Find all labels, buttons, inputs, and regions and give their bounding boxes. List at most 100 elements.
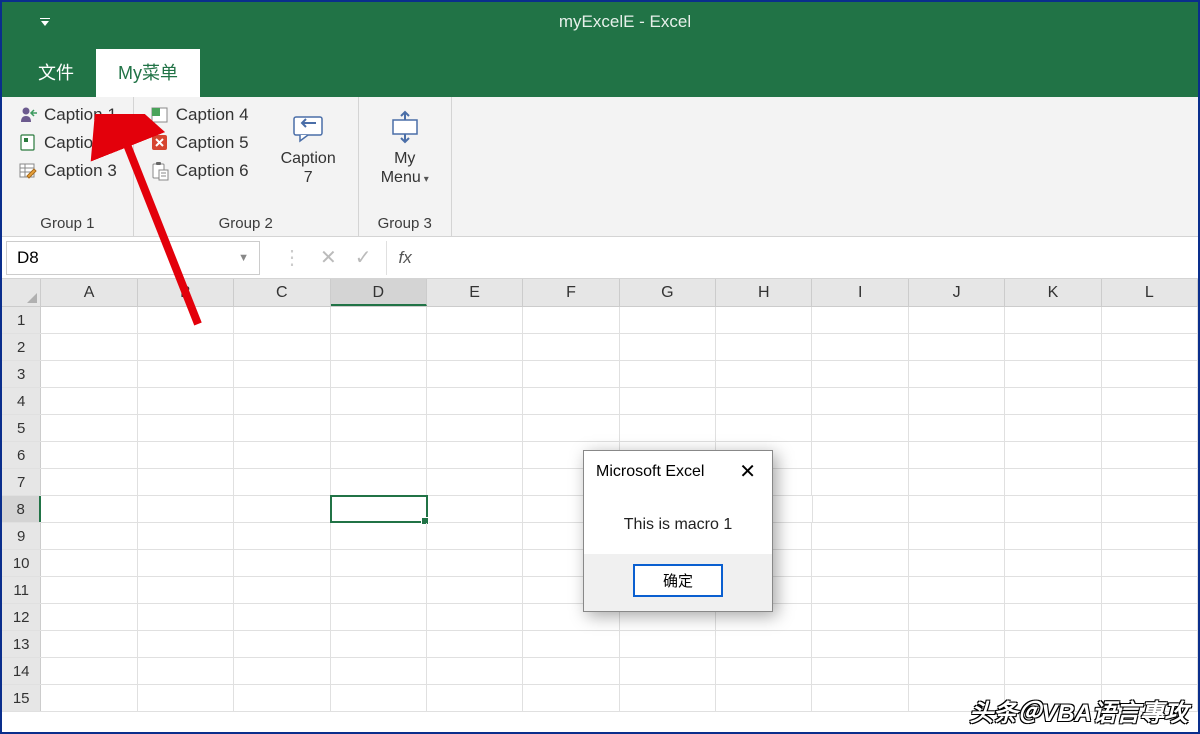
cell-L5[interactable] — [1102, 415, 1198, 441]
row-header-12[interactable]: 12 — [2, 604, 41, 630]
cell-D10[interactable] — [331, 550, 427, 576]
row-header-10[interactable]: 10 — [2, 550, 41, 576]
cell-J2[interactable] — [909, 334, 1005, 360]
cell-F14[interactable] — [523, 658, 619, 684]
cell-J11[interactable] — [909, 577, 1005, 603]
cell-F5[interactable] — [523, 415, 619, 441]
row-header-1[interactable]: 1 — [2, 307, 41, 333]
cell-E6[interactable] — [427, 442, 523, 468]
cell-L12[interactable] — [1102, 604, 1198, 630]
cell-G1[interactable] — [620, 307, 716, 333]
cell-B3[interactable] — [138, 361, 234, 387]
qat-customize-icon[interactable] — [38, 15, 52, 29]
cell-L3[interactable] — [1102, 361, 1198, 387]
cell-I15[interactable] — [812, 685, 908, 711]
row-header-4[interactable]: 4 — [2, 388, 41, 414]
cell-I14[interactable] — [812, 658, 908, 684]
cell-K6[interactable] — [1005, 442, 1101, 468]
cell-A3[interactable] — [41, 361, 137, 387]
cell-J6[interactable] — [909, 442, 1005, 468]
cell-D4[interactable] — [331, 388, 427, 414]
cell-H5[interactable] — [716, 415, 812, 441]
cell-J8[interactable] — [909, 496, 1005, 522]
cell-H4[interactable] — [716, 388, 812, 414]
cell-J7[interactable] — [909, 469, 1005, 495]
cell-C14[interactable] — [234, 658, 330, 684]
cell-B5[interactable] — [138, 415, 234, 441]
cell-K3[interactable] — [1005, 361, 1101, 387]
cancel-icon[interactable]: ✕ — [320, 245, 337, 270]
cell-D15[interactable] — [331, 685, 427, 711]
cell-A5[interactable] — [41, 415, 137, 441]
cell-I7[interactable] — [812, 469, 908, 495]
cell-K11[interactable] — [1005, 577, 1101, 603]
row-header-2[interactable]: 2 — [2, 334, 41, 360]
my-menu-button[interactable]: MyMenu▾ — [371, 103, 439, 187]
col-header-H[interactable]: H — [716, 279, 812, 306]
cell-J10[interactable] — [909, 550, 1005, 576]
row-header-3[interactable]: 3 — [2, 361, 41, 387]
col-header-C[interactable]: C — [234, 279, 330, 306]
cell-I13[interactable] — [812, 631, 908, 657]
cell-D11[interactable] — [331, 577, 427, 603]
cell-C12[interactable] — [234, 604, 330, 630]
cell-B11[interactable] — [138, 577, 234, 603]
cell-J4[interactable] — [909, 388, 1005, 414]
cell-A13[interactable] — [41, 631, 137, 657]
cell-L14[interactable] — [1102, 658, 1198, 684]
row-header-8[interactable]: 8 — [2, 496, 41, 522]
cell-D1[interactable] — [331, 307, 427, 333]
cell-E9[interactable] — [427, 523, 523, 549]
cell-A14[interactable] — [41, 658, 137, 684]
cell-C15[interactable] — [234, 685, 330, 711]
cell-F15[interactable] — [523, 685, 619, 711]
cell-C3[interactable] — [234, 361, 330, 387]
cell-G14[interactable] — [620, 658, 716, 684]
cell-A10[interactable] — [41, 550, 137, 576]
name-box-dropdown-icon[interactable]: ▼ — [238, 252, 249, 264]
cell-K8[interactable] — [1005, 496, 1101, 522]
col-header-A[interactable]: A — [41, 279, 137, 306]
cell-J3[interactable] — [909, 361, 1005, 387]
row-header-11[interactable]: 11 — [2, 577, 41, 603]
cell-B8[interactable] — [138, 496, 234, 522]
cell-L6[interactable] — [1102, 442, 1198, 468]
cell-I6[interactable] — [812, 442, 908, 468]
cell-D3[interactable] — [331, 361, 427, 387]
cell-A6[interactable] — [41, 442, 137, 468]
cell-D12[interactable] — [331, 604, 427, 630]
cell-C1[interactable] — [234, 307, 330, 333]
cell-H2[interactable] — [716, 334, 812, 360]
cell-D13[interactable] — [331, 631, 427, 657]
cell-B13[interactable] — [138, 631, 234, 657]
cell-D9[interactable] — [331, 523, 427, 549]
cell-K4[interactable] — [1005, 388, 1101, 414]
cell-A2[interactable] — [41, 334, 137, 360]
cell-I4[interactable] — [812, 388, 908, 414]
cell-G2[interactable] — [620, 334, 716, 360]
cell-C13[interactable] — [234, 631, 330, 657]
cell-K14[interactable] — [1005, 658, 1101, 684]
cell-A15[interactable] — [41, 685, 137, 711]
cell-J5[interactable] — [909, 415, 1005, 441]
cell-J12[interactable] — [909, 604, 1005, 630]
cell-K2[interactable] — [1005, 334, 1101, 360]
cell-L7[interactable] — [1102, 469, 1198, 495]
cell-D14[interactable] — [331, 658, 427, 684]
cell-H13[interactable] — [716, 631, 812, 657]
cell-E4[interactable] — [427, 388, 523, 414]
row-header-7[interactable]: 7 — [2, 469, 41, 495]
cell-I9[interactable] — [812, 523, 908, 549]
cell-F13[interactable] — [523, 631, 619, 657]
row-header-14[interactable]: 14 — [2, 658, 41, 684]
col-header-D[interactable]: D — [331, 279, 427, 306]
caption-4-button[interactable]: Caption 4 — [146, 103, 253, 127]
cell-K1[interactable] — [1005, 307, 1101, 333]
cell-J14[interactable] — [909, 658, 1005, 684]
cell-B10[interactable] — [138, 550, 234, 576]
cell-D2[interactable] — [331, 334, 427, 360]
cell-I12[interactable] — [812, 604, 908, 630]
name-box[interactable]: D8 ▼ — [6, 241, 260, 275]
close-icon[interactable]: ✕ — [735, 459, 760, 484]
cell-G5[interactable] — [620, 415, 716, 441]
